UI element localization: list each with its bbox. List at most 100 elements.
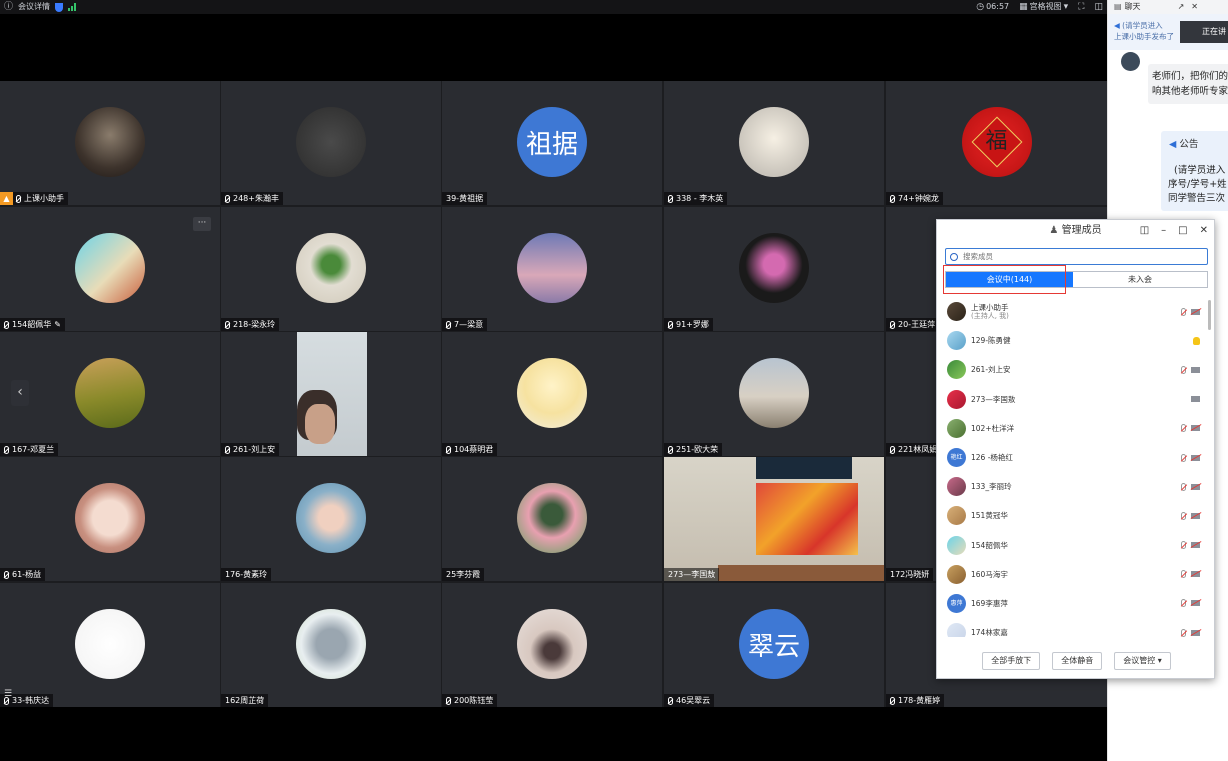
member-row[interactable]: 261-刘上安 [937,355,1216,384]
maximize-icon[interactable]: □ [1178,220,1187,242]
chat-message-text-2: 响其他老师听专家 [1152,86,1228,97]
participant-tile[interactable]: 25李芬霞 [442,457,662,581]
close-icon[interactable]: ✕ [1200,220,1208,242]
chat-message-text: 老师们，把你们的 [1152,71,1228,82]
participant-tile[interactable]: 167-邓夏兰 [0,332,220,456]
member-row[interactable]: 273—李国敖 [937,385,1216,414]
camera-icon[interactable] [1191,366,1200,373]
camera-off-icon[interactable] [1191,483,1200,490]
participant-tile[interactable]: 338 - 李木英 [664,81,884,205]
camera-off-icon[interactable] [1191,512,1200,519]
dock-icon[interactable]: ◫ [1140,220,1149,242]
participant-tile[interactable]: ▲ 上课小助手 [0,81,220,205]
member-search-input[interactable] [963,252,1183,261]
mic-muted-icon [446,445,451,454]
member-name: 160马海宇 [971,569,1008,579]
participant-name-label: 273—李国敖 [664,568,720,581]
participant-tile[interactable]: 104蔡明君 [442,332,662,456]
member-row[interactable]: 上课小助手 (主持人, 我) [937,297,1216,326]
list-icon[interactable]: ☰ [4,689,12,699]
participant-name-label: 91+罗娜 [664,318,713,331]
member-row[interactable]: 102+杜洋洋 [937,414,1216,443]
camera-off-icon[interactable] [1191,571,1200,578]
mic-muted-icon[interactable] [1181,628,1186,637]
member-search-box[interactable] [945,248,1208,265]
participant-tile[interactable]: 176-黄素玲 [221,457,441,581]
camera-off-icon[interactable] [1191,600,1200,607]
layout-icon[interactable]: ◫ [1094,0,1103,14]
participant-name-label: 338 - 李木英 [664,192,728,205]
grid-view-icon[interactable]: ▦ [1019,0,1028,14]
mic-muted-icon[interactable] [1181,307,1186,316]
participant-name: 176-黄素玲 [225,570,268,579]
participant-tile[interactable]: 162周芷荷 [221,583,441,707]
minimize-icon[interactable]: – [1161,220,1166,242]
mic-muted-icon[interactable] [1181,511,1186,520]
popout-icon[interactable]: ↗ [1178,0,1185,14]
mic-muted-icon[interactable] [1181,541,1186,550]
mic-muted-icon[interactable] [1181,453,1186,462]
participant-tile[interactable]: 33-韩庆达 [0,583,220,707]
member-row[interactable]: 133_李丽玲 [937,472,1216,501]
mic-muted-icon [668,320,673,329]
info-icon[interactable]: ⓘ [4,0,13,14]
signal-icon[interactable] [68,3,77,11]
mic-muted-icon[interactable] [1181,365,1186,374]
security-shield-icon[interactable] [55,2,64,12]
close-icon[interactable]: ✕ [1191,0,1198,14]
participant-tile[interactable]: 261-刘上安 [221,332,441,456]
participant-tile[interactable]: 200陈钰莹 [442,583,662,707]
member-row[interactable]: 174林家嘉 [937,618,1216,637]
mic-muted-icon[interactable] [1181,599,1186,608]
mute-all-button[interactable]: 全体静音 [1052,652,1103,670]
participant-name: 251-欧大荣 [676,445,719,454]
camera-off-icon[interactable] [1191,308,1200,315]
camera-off-icon[interactable] [1191,425,1200,432]
member-list-scrollbar[interactable] [1208,300,1211,330]
fullscreen-icon[interactable]: ⛶ [1078,0,1084,14]
member-name-block: 151黄冠华 [971,511,1008,520]
participant-avatar [75,358,145,428]
camera-off-icon[interactable] [1191,629,1200,636]
chevron-down-icon[interactable]: ▾ [1064,0,1069,14]
member-row[interactable]: 154韶佩华 [937,531,1216,560]
pencil-icon[interactable]: ✎ [54,318,61,331]
participant-tile[interactable]: 61-杨益 [0,457,220,581]
participant-avatar [75,609,145,679]
participant-tile[interactable]: 154韶佩华 ✎ [0,207,220,331]
participant-tile[interactable]: 91+罗娜 [664,207,884,331]
meeting-info-label[interactable]: 会议详情 [18,0,50,14]
more-options-button[interactable]: ··· [193,217,211,231]
member-row[interactable]: 160马海宇 [937,560,1216,589]
participant-tile[interactable]: 翠云 46吴翠云 [664,583,884,707]
meeting-control-button[interactable]: 会议管控 ▾ [1114,652,1171,670]
participant-tile[interactable]: 248+朱瀚丰 [221,81,441,205]
member-row[interactable]: 艳红 126 -杨艳红 [937,443,1216,472]
view-mode-button[interactable]: 宫格视图 [1030,0,1062,14]
member-name: 273—李国敖 [971,394,1016,404]
member-avatar: 惠萍 [947,593,966,613]
mic-muted-icon[interactable] [1181,424,1186,433]
participant-tile[interactable]: 251-欧大荣 [664,332,884,456]
participant-tile[interactable]: 273—李国敖 [664,457,884,581]
participant-tile[interactable]: 福 74+钟婉龙 [886,81,1107,205]
all-hands-down-button[interactable]: 全部手放下 [982,652,1041,670]
camera-off-icon[interactable] [1191,454,1200,461]
raised-hand-icon[interactable] [1193,336,1200,345]
member-row[interactable]: 151黄冠华 [937,501,1216,530]
chevron-left-icon[interactable]: ‹ [11,380,29,406]
camera-icon[interactable] [1191,396,1200,403]
participant-avatar [75,107,145,177]
camera-off-icon[interactable] [1191,542,1200,549]
member-status [1181,541,1200,550]
member-row[interactable]: 惠萍 169李惠萍 [937,589,1216,618]
tab-not-joined[interactable]: 未入会 [1073,272,1207,287]
member-row[interactable]: 129-陈勇健 [937,326,1216,355]
mic-muted-icon[interactable] [1181,482,1186,491]
participant-name: 39-黄祖据 [446,194,484,203]
participant-tile[interactable]: 祖据 39-黄祖据 [442,81,662,205]
mic-muted-icon[interactable] [1181,570,1186,579]
announcement-title: ◀ 公告 [1169,138,1198,152]
participant-tile[interactable]: 7—梁意 [442,207,662,331]
participant-tile[interactable]: 218-梁永玲 [221,207,441,331]
